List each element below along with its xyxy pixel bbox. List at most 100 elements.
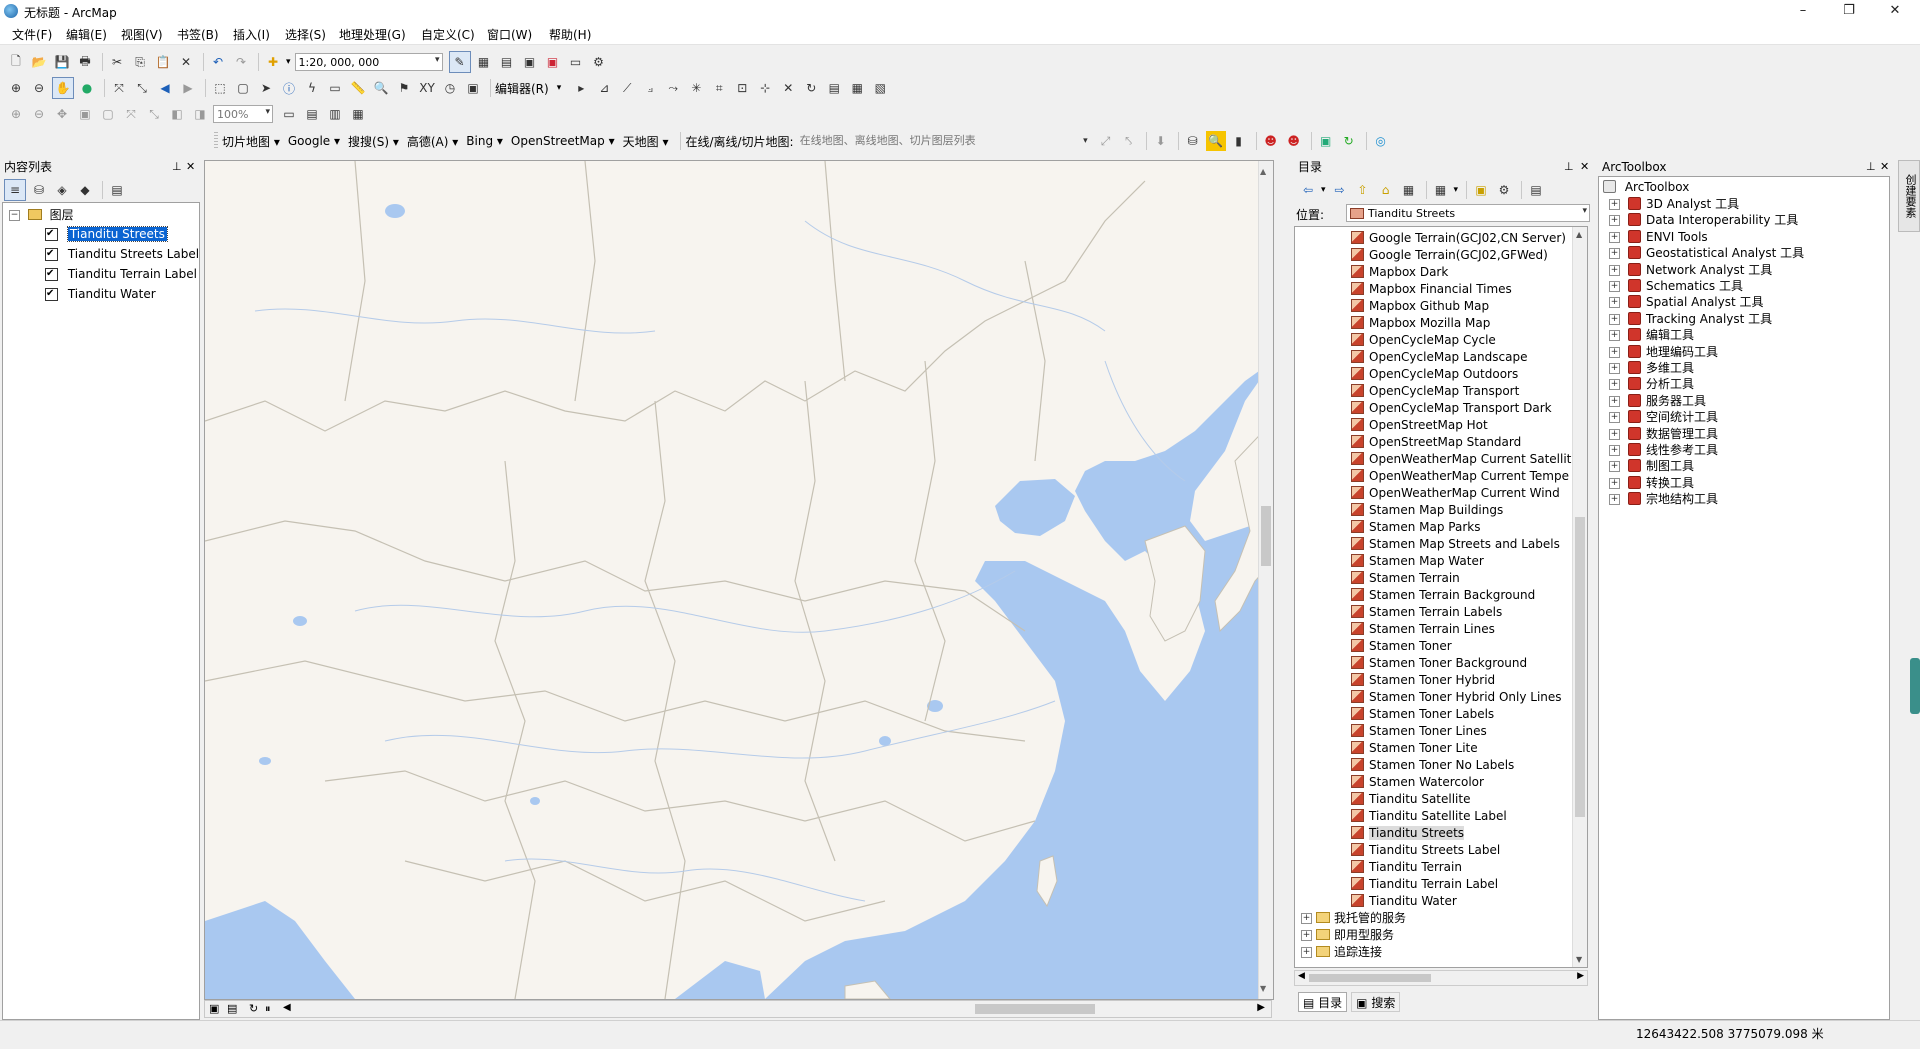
pin-icon[interactable]: ⊥ (172, 158, 182, 176)
catalog-tile-layer-item[interactable]: Tianditu Water (1351, 893, 1457, 910)
catalog-vertical-scrollbar[interactable]: ▲ ▼ (1572, 227, 1587, 967)
home-icon[interactable]: ⌂ (1376, 180, 1396, 200)
scroll-right-icon[interactable]: ▶ (1257, 1002, 1265, 1013)
tile-map-menu[interactable]: 切片地图 ▾ (222, 133, 280, 150)
search-window-icon[interactable]: ▣ (520, 52, 540, 72)
openstreetmap-menu[interactable]: OpenStreetMap ▾ (511, 134, 615, 148)
toolbox-tool-item[interactable]: + 地理编码工具 (1609, 344, 1718, 361)
catalog-tile-layer-item[interactable]: OpenWeatherMap Current Wind (1351, 485, 1560, 502)
layer-visibility-checkbox[interactable] (45, 246, 58, 262)
arctoolbox-icon[interactable]: ▣ (543, 52, 563, 72)
catalog-tile-layer-item[interactable]: Stamen Toner Lines (1351, 723, 1487, 740)
chevron-right-icon[interactable]: ▶ (1577, 971, 1584, 981)
layer-visibility-checkbox[interactable] (45, 266, 58, 282)
close-icon[interactable]: ✕ (1880, 158, 1889, 176)
redo-icon[interactable]: ↷ (231, 52, 251, 72)
full-extent-icon[interactable]: ● (77, 78, 97, 98)
expand-icon[interactable]: + (1609, 477, 1620, 489)
catalog-tile-layer-item[interactable]: OpenCycleMap Transport Dark (1351, 400, 1552, 417)
catalog-folder-item[interactable]: + 我托管的服务 (1301, 910, 1406, 927)
expand-icon[interactable]: + (1609, 379, 1620, 391)
chart-icon[interactable]: ▮ (1229, 131, 1249, 151)
undo-icon[interactable]: ↶ (208, 52, 228, 72)
catalog-tile-layer-item[interactable]: Stamen Map Buildings (1351, 502, 1503, 519)
catalog-options-icon[interactable]: ⚙ (1494, 180, 1514, 200)
scroll-thumb[interactable] (1309, 974, 1431, 982)
toolbox-tool-item[interactable]: + Schematics 工具 (1609, 278, 1743, 295)
export-icon[interactable]: ▣ (1316, 131, 1336, 151)
catalog-tile-layer-item[interactable]: Stamen Terrain (1351, 570, 1460, 587)
user-icon[interactable]: ☻ (1261, 131, 1281, 151)
focus-data-frame-icon[interactable]: ▤ (302, 104, 322, 124)
map-display[interactable]: ▲ ▼ (204, 160, 1274, 1000)
reshape-icon[interactable]: ⊡ (732, 78, 752, 98)
menu-help[interactable]: 帮助(H) (549, 26, 591, 43)
editor-menu[interactable]: 编辑器(R) (495, 80, 549, 97)
catalog-tile-layer-item[interactable]: Google Terrain(GCJ02,CN Server) (1351, 230, 1566, 247)
catalog-tile-layer-item[interactable]: OpenWeatherMap Current Tempe (1351, 468, 1569, 485)
go-to-xy-icon[interactable]: XY (417, 78, 437, 98)
catalog-tile-layer-item[interactable]: Stamen Toner Hybrid (1351, 672, 1495, 689)
layout-fixed-in-icon[interactable]: ⤧ (121, 104, 141, 124)
trace-icon[interactable]: ⤳ (663, 78, 683, 98)
change-layout-icon[interactable]: ▥ (325, 104, 345, 124)
chevron-down-icon[interactable]: ▼ (1260, 984, 1266, 993)
model-builder-icon[interactable]: ⚙ (589, 52, 609, 72)
catalog-tile-layer-item[interactable]: Stamen Watercolor (1351, 774, 1484, 791)
save-icon[interactable]: 💾 (52, 52, 72, 72)
menu-view[interactable]: 视图(V) (121, 26, 163, 43)
list-by-visibility-icon[interactable]: ◈ (52, 180, 72, 200)
help-icon[interactable]: ◎ (1371, 131, 1391, 151)
toolbox-tool-item[interactable]: + 多维工具 (1609, 360, 1694, 377)
toolbox-tool-item[interactable]: + Spatial Analyst 工具 (1609, 294, 1764, 311)
catalog-tile-layer-item[interactable]: Google Terrain(GCJ02,GFWed) (1351, 247, 1548, 264)
map-horizontal-scroll-thumb[interactable] (975, 1004, 1095, 1014)
catalog-tile-layer-item[interactable]: OpenCycleMap Cycle (1351, 332, 1496, 349)
list-by-drawing-order-icon[interactable]: ≡ (4, 179, 26, 201)
toolbox-tool-item[interactable]: +3D Analyst 工具 (1609, 196, 1739, 213)
select-elements-icon[interactable]: ➤ (256, 78, 276, 98)
hyperlink-icon[interactable]: ϟ (302, 78, 322, 98)
tianditu-menu[interactable]: 天地图 ▾ (623, 133, 669, 150)
data-driven-pages-icon[interactable]: ▦ (348, 104, 368, 124)
toolbox-tool-item[interactable]: + 分析工具 (1609, 376, 1694, 393)
zoom-100-icon[interactable]: ▢ (98, 104, 118, 124)
catalog-tile-layer-item[interactable]: Stamen Toner Hybrid Only Lines (1351, 689, 1562, 706)
google-menu[interactable]: Google ▾ (288, 134, 340, 148)
catalog-tile-layer-item[interactable]: OpenCycleMap Transport (1351, 383, 1519, 400)
expand-icon[interactable]: + (1609, 445, 1620, 456)
catalog-tile-layer-item[interactable]: Mapbox Dark (1351, 264, 1448, 281)
open-folder-icon[interactable]: 📂 (29, 52, 49, 72)
refresh-tiles-icon[interactable]: ⤢ (1096, 131, 1116, 151)
expand-icon[interactable]: + (1301, 913, 1312, 924)
toggle-contents-icon[interactable]: ▤ (1526, 180, 1546, 200)
toolbox-tool-item[interactable]: + 转换工具 (1609, 475, 1694, 492)
toolbox-tool-item[interactable]: + 宗地结构工具 (1609, 491, 1718, 508)
tab-search[interactable]: ▣ 搜索 (1351, 992, 1401, 1012)
print-icon[interactable]: 🖶 (75, 52, 95, 72)
catalog-horizontal-scrollbar[interactable]: ◀ ▶ (1294, 970, 1588, 986)
toolbox-tool-item[interactable]: + 服务器工具 (1609, 393, 1706, 410)
expand-icon[interactable]: + (1609, 346, 1620, 358)
expand-icon[interactable]: + (1301, 947, 1312, 958)
zoom-out-icon[interactable]: ⊖ (29, 78, 49, 98)
new-document-icon[interactable]: 🗋 (6, 52, 26, 72)
table-window-icon[interactable]: ▦ (474, 52, 494, 72)
split-icon[interactable]: ✕ (778, 78, 798, 98)
layers-group-row[interactable]: − 图层 (9, 207, 74, 223)
up-folder-icon[interactable]: ⇧ (1353, 180, 1373, 200)
cut-polygons-icon[interactable]: ⊹ (755, 78, 775, 98)
catalog-tile-layer-item[interactable]: Tianditu Streets Label (1351, 842, 1500, 859)
pin-icon[interactable]: ⊥ (1866, 158, 1876, 176)
scroll-thumb[interactable] (1575, 517, 1585, 817)
catalog-tile-layer-item[interactable]: OpenCycleMap Landscape (1351, 349, 1527, 366)
layout-back-icon[interactable]: ◧ (167, 104, 187, 124)
menu-geoprocessing[interactable]: 地理处理(G) (339, 26, 406, 43)
menu-edit[interactable]: 编辑(E) (66, 26, 107, 43)
toolbox-tool-item[interactable]: + 线性参考工具 (1609, 442, 1718, 459)
toggle-draft-icon[interactable]: ▭ (279, 104, 299, 124)
menu-windows[interactable]: 窗口(W) (487, 26, 532, 43)
edit-annotation-icon[interactable]: ⊿ (594, 78, 614, 98)
select-features-icon[interactable]: ⬚ (210, 78, 230, 98)
chevron-up-icon[interactable]: ▲ (1576, 230, 1582, 239)
